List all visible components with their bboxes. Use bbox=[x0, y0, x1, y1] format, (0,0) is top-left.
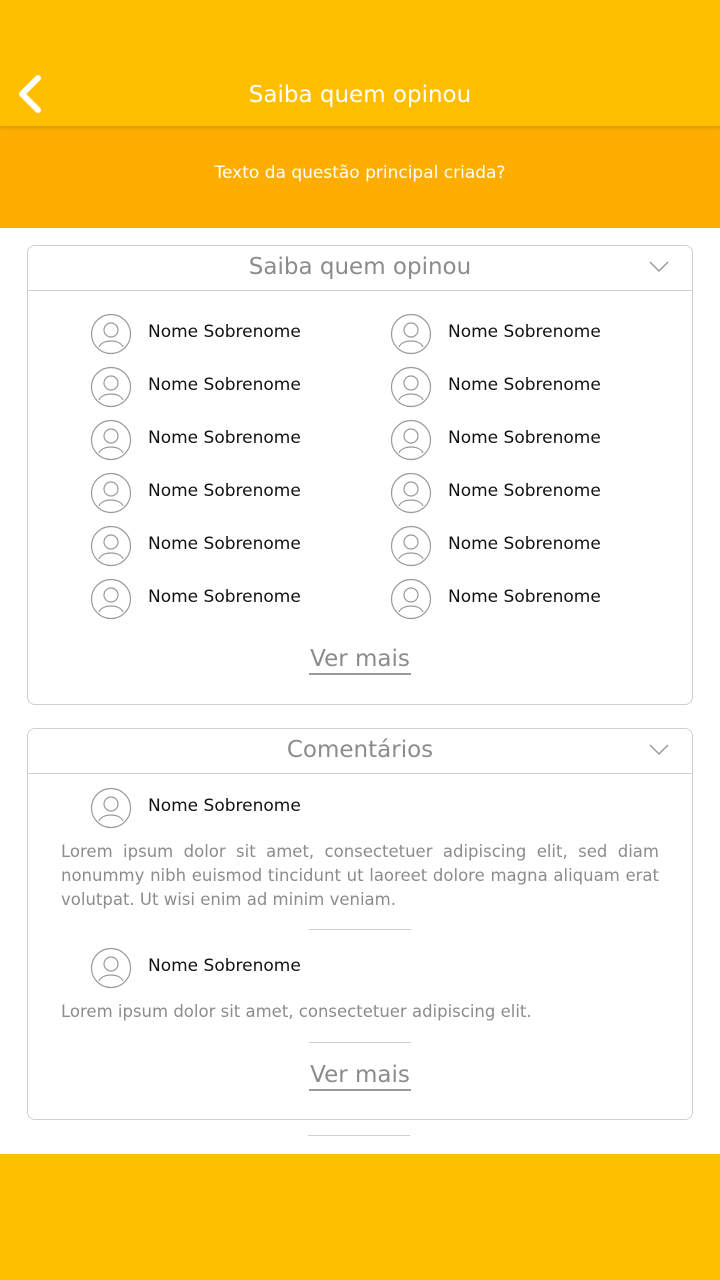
comment-divider bbox=[309, 929, 411, 930]
voter-name: Nome Sobrenome bbox=[148, 481, 301, 501]
voter-name: Nome Sobrenome bbox=[148, 428, 301, 448]
comment-author[interactable]: Nome Sobrenome bbox=[90, 787, 350, 831]
user-avatar-icon bbox=[390, 472, 432, 514]
user-avatar-icon bbox=[390, 366, 432, 408]
question-text: Texto da questão principal criada? bbox=[214, 163, 506, 183]
voter-item[interactable]: Nome Sobrenome bbox=[90, 419, 350, 463]
voters-card-header[interactable]: Saiba quem opinou bbox=[28, 246, 692, 291]
voter-item[interactable]: Nome Sobrenome bbox=[390, 472, 650, 516]
voter-name: Nome Sobrenome bbox=[448, 375, 601, 395]
voter-item[interactable]: Nome Sobrenome bbox=[90, 472, 350, 516]
user-avatar-icon bbox=[90, 313, 132, 355]
voters-card: Saiba quem opinou Nome Sobrenome Nome So… bbox=[27, 245, 693, 705]
voters-card-title: Saiba quem opinou bbox=[248, 254, 472, 280]
voter-name: Nome Sobrenome bbox=[448, 322, 601, 342]
voter-item[interactable]: Nome Sobrenome bbox=[90, 366, 350, 410]
comments-card: Comentários Nome Sobrenome Lorem ipsum d… bbox=[27, 728, 693, 1120]
comment-divider bbox=[309, 1042, 411, 1043]
voter-name: Nome Sobrenome bbox=[448, 428, 601, 448]
voter-item[interactable]: Nome Sobrenome bbox=[90, 525, 350, 569]
user-avatar-icon bbox=[90, 472, 132, 514]
chevron-down-icon[interactable] bbox=[648, 743, 670, 757]
user-avatar-icon bbox=[390, 419, 432, 461]
voter-name: Nome Sobrenome bbox=[448, 587, 601, 607]
voters-more-link[interactable]: Ver mais bbox=[28, 646, 692, 675]
voter-name: Nome Sobrenome bbox=[148, 534, 301, 554]
page-title: Saiba quem opinou bbox=[248, 82, 472, 108]
top-bar: Saiba quem opinou bbox=[0, 0, 720, 126]
comments-more-link[interactable]: Ver mais bbox=[28, 1062, 692, 1091]
voter-name: Nome Sobrenome bbox=[148, 587, 301, 607]
user-avatar-icon bbox=[90, 787, 132, 829]
comments-card-title: Comentários bbox=[286, 737, 434, 763]
user-avatar-icon bbox=[90, 419, 132, 461]
comments-more-label: Ver mais bbox=[309, 1062, 411, 1091]
user-avatar-icon bbox=[90, 947, 132, 989]
user-avatar-icon bbox=[390, 313, 432, 355]
comment-author[interactable]: Nome Sobrenome bbox=[90, 947, 350, 991]
voter-item[interactable]: Nome Sobrenome bbox=[390, 525, 650, 569]
user-avatar-icon bbox=[390, 578, 432, 620]
voter-item[interactable]: Nome Sobrenome bbox=[390, 313, 650, 357]
voter-item[interactable]: Nome Sobrenome bbox=[390, 419, 650, 463]
chevron-down-icon[interactable] bbox=[648, 260, 670, 274]
user-avatar-icon bbox=[90, 578, 132, 620]
voter-name: Nome Sobrenome bbox=[148, 322, 301, 342]
section-divider bbox=[308, 1135, 410, 1136]
user-avatar-icon bbox=[90, 525, 132, 567]
user-avatar-icon bbox=[390, 525, 432, 567]
user-avatar-icon bbox=[90, 366, 132, 408]
voter-item[interactable]: Nome Sobrenome bbox=[390, 578, 650, 622]
voter-name: Nome Sobrenome bbox=[448, 481, 601, 501]
voter-item[interactable]: Nome Sobrenome bbox=[390, 366, 650, 410]
voter-name: Nome Sobrenome bbox=[148, 375, 301, 395]
voter-item[interactable]: Nome Sobrenome bbox=[90, 313, 350, 357]
voter-name: Nome Sobrenome bbox=[448, 534, 601, 554]
comment-text: Lorem ipsum dolor sit amet, consectetuer… bbox=[61, 1002, 532, 1021]
comment-author-name: Nome Sobrenome bbox=[148, 796, 301, 816]
bottom-bar bbox=[0, 1154, 720, 1280]
comment-author-name: Nome Sobrenome bbox=[148, 956, 301, 976]
comments-card-header[interactable]: Comentários bbox=[28, 729, 692, 774]
voters-more-label: Ver mais bbox=[309, 646, 411, 675]
screen: Saiba quem opinou Texto da questão princ… bbox=[0, 0, 720, 1280]
voter-item[interactable]: Nome Sobrenome bbox=[90, 578, 350, 622]
comment-text: Lorem ipsum dolor sit amet, consectetuer… bbox=[61, 842, 659, 909]
